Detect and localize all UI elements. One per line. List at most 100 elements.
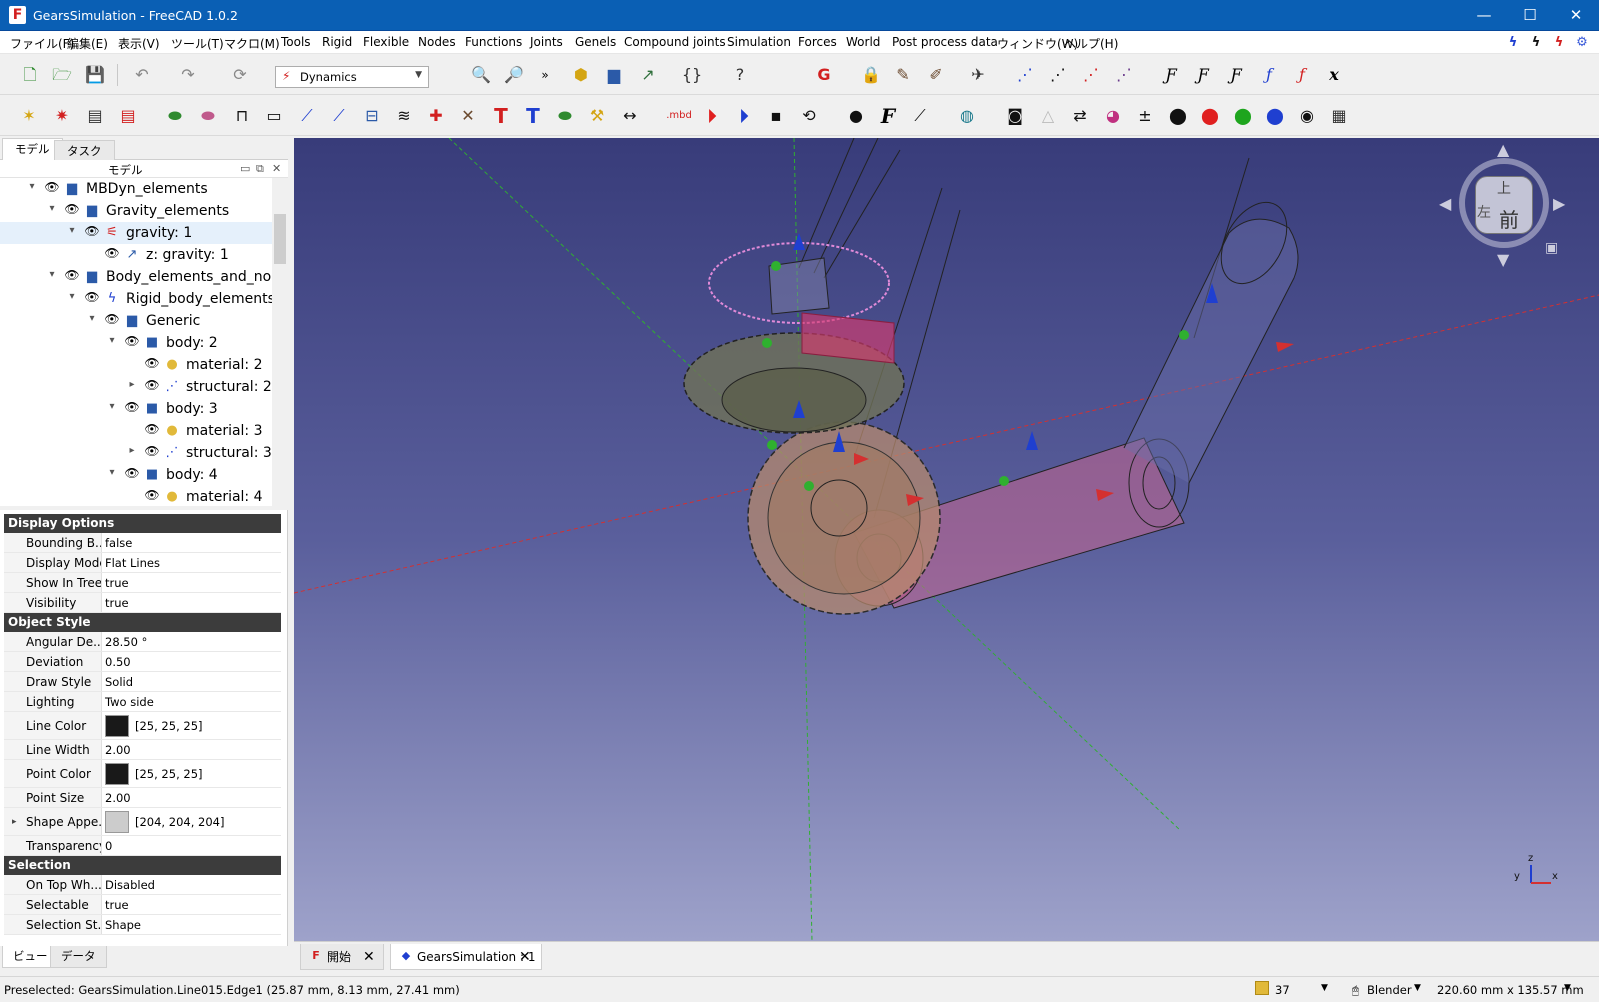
spring-icon[interactable]: ≋	[392, 104, 416, 128]
wrench-icon[interactable]: ⟋	[908, 104, 932, 128]
chevron-down-icon[interactable]: ▾	[26, 181, 38, 192]
tree-item[interactable]: ▾ 👁 ▆ MBDyn_elements	[0, 178, 272, 200]
save-icon[interactable]: 💾	[83, 63, 107, 87]
property-value[interactable]: true	[105, 573, 129, 593]
function-red-icon[interactable]: ƒ	[1290, 63, 1314, 87]
tree-item[interactable]: ▾ 👁 ■ body: 2	[0, 332, 272, 354]
toolbar-overflow-icon[interactable]: »	[533, 63, 557, 87]
apple-icon[interactable]: ●	[844, 104, 868, 128]
pencil-icon[interactable]: ✎	[891, 63, 915, 87]
property-value[interactable]: 28.50 °	[105, 632, 147, 652]
color-swatch[interactable]	[105, 763, 129, 785]
macro-braces-icon[interactable]: {}	[680, 63, 704, 87]
property-row[interactable]: Selectable true	[4, 895, 281, 915]
color-swatch[interactable]	[105, 715, 129, 737]
force-f-icon[interactable]: F	[876, 104, 900, 128]
tab-gears-simulation-close-icon[interactable]: ✕	[519, 945, 531, 969]
location-pin-green-icon[interactable]: ⬤	[1231, 104, 1255, 128]
property-section-header[interactable]: Display Options	[4, 514, 281, 533]
eye-icon[interactable]: ◉	[1295, 104, 1319, 128]
menu-genels[interactable]: Genels	[575, 35, 616, 49]
maximize-button[interactable]: ☐	[1507, 0, 1553, 31]
chevron-down-icon[interactable]: ▾	[46, 203, 58, 214]
clipboard-icon[interactable]: ▦	[1327, 104, 1351, 128]
property-row[interactable]: Display Mode Flat Lines	[4, 553, 281, 573]
panel-float-icon[interactable]: ⧉	[256, 162, 264, 176]
plus-minus-icon[interactable]: ±	[1133, 104, 1157, 128]
menu-file[interactable]: ファイル(F)	[10, 35, 74, 52]
tree-item[interactable]: ▾ 👁 ■ body: 3	[0, 398, 272, 420]
property-value[interactable]: [25, 25, 25]	[135, 760, 203, 788]
pdf-document-icon[interactable]: ▤	[116, 104, 140, 128]
close-button[interactable]: ✕	[1553, 0, 1599, 31]
tree-item[interactable]: ▾ 👁 ⚟ gravity: 1	[0, 222, 272, 244]
property-row[interactable]: Deviation 0.50	[4, 652, 281, 672]
stop-icon[interactable]: ⏹	[764, 104, 788, 128]
workbench-selector[interactable]: ⚡ Dynamics ▼	[275, 66, 429, 88]
3d-viewport[interactable]: 上 前 左 ◀ ▶ ▲ ▼ ▣ z y x	[294, 138, 1599, 941]
sync-icon[interactable]: ⇄	[1068, 104, 1092, 128]
cylinder-icon[interactable]: ⊟	[360, 104, 384, 128]
navigation-cube[interactable]: 上 前 左 ◀ ▶ ▲ ▼ ▣	[1439, 140, 1565, 269]
chevron-right-icon[interactable]: ▸	[12, 808, 17, 836]
joint-cross-icon[interactable]: ✕	[456, 104, 480, 128]
chevron-down-icon[interactable]: ▾	[86, 313, 98, 324]
new-file-icon[interactable]: 🗋	[18, 63, 42, 87]
tree-item[interactable]: 👁 ● material: 3	[0, 420, 272, 442]
rotate-up-arrow-icon[interactable]: ▲	[1497, 140, 1509, 159]
view-dimensions[interactable]: 220.60 mm x 135.57 mm	[1437, 983, 1584, 997]
node-axes-red-icon[interactable]: ⋰	[1079, 63, 1103, 87]
chevron-down-icon[interactable]: ▾	[46, 269, 58, 280]
property-value[interactable]: Disabled	[105, 875, 155, 895]
triangle-disabled-icon[interactable]: △	[1036, 104, 1060, 128]
mbdyn-red-icon[interactable]: ϟ	[1552, 36, 1566, 50]
tree-item[interactable]: ▾ 👁 ▆ Generic	[0, 310, 272, 332]
notification-count[interactable]: 37	[1275, 983, 1290, 997]
play-blue-icon[interactable]: ⏵	[732, 104, 756, 128]
refresh-icon[interactable]: ⟳	[228, 63, 252, 87]
menu-macro[interactable]: マクロ(M)	[224, 35, 280, 52]
minimize-button[interactable]: —	[1461, 0, 1507, 31]
location-pin-red-icon[interactable]: ⬤	[1198, 104, 1222, 128]
navcube-left-face[interactable]: 左	[1477, 202, 1491, 222]
history-clock-icon[interactable]: ⟲	[797, 104, 821, 128]
menu-tools-jp[interactable]: ツール(T)	[171, 35, 224, 52]
tree-item[interactable]: 👁 ↗ z: gravity: 1	[0, 244, 272, 266]
property-value[interactable]: Solid	[105, 672, 133, 692]
variable-x-icon[interactable]: x	[1322, 63, 1346, 87]
tab-start[interactable]: F 開始 ✕	[300, 944, 384, 970]
visibility-eye-icon[interactable]: 👁	[144, 488, 160, 502]
tree-item[interactable]: ▾ 👁 ■ body: 4	[0, 464, 272, 486]
menu-view[interactable]: 表示(V)	[118, 35, 160, 52]
function-s-icon[interactable]: Ƒ	[1224, 63, 1248, 87]
property-value[interactable]: 2.00	[105, 740, 131, 760]
body-link-icon[interactable]: ⬬	[553, 104, 577, 128]
visibility-eye-icon[interactable]: 👁	[44, 180, 60, 194]
tab-gears-simulation[interactable]: ◆ GearsSimulation : 1 ✕	[390, 944, 542, 970]
tree-item[interactable]: ▸ 👁 ⋰ structural: 3	[0, 442, 272, 464]
tab-tasks[interactable]: タスク	[54, 140, 115, 160]
visibility-eye-icon[interactable]: 👁	[144, 356, 160, 370]
brush-icon[interactable]: ✐	[924, 63, 948, 87]
mbdyn-black-icon[interactable]: ϟ	[1529, 36, 1543, 50]
menu-edit[interactable]: 編集(E)	[67, 35, 108, 52]
mbdyn-g-icon[interactable]: G	[812, 63, 836, 87]
menu-functions[interactable]: Functions	[465, 35, 522, 49]
menu-forces[interactable]: Forces	[798, 35, 837, 49]
menu-compound-joints[interactable]: Compound joints	[624, 35, 726, 49]
node-axes-blue-icon[interactable]: ⋰	[1013, 63, 1037, 87]
navcube-front-face[interactable]: 前	[1499, 204, 1519, 233]
property-value[interactable]: Shape	[105, 915, 141, 935]
tab-start-close-icon[interactable]: ✕	[363, 945, 375, 969]
visibility-eye-icon[interactable]: 👁	[144, 422, 160, 436]
property-row[interactable]: Shape Appe... ▸ [204, 204, 204]	[4, 808, 281, 836]
property-value[interactable]: true	[105, 895, 129, 915]
hammer-icon[interactable]: ⚒	[585, 104, 609, 128]
property-row[interactable]: Visibility true	[4, 593, 281, 613]
visibility-eye-icon[interactable]: 👁	[144, 378, 160, 392]
chevron-down-icon[interactable]: ▾	[106, 335, 118, 346]
property-value[interactable]: 0.50	[105, 652, 131, 672]
settings-gear-icon[interactable]: ⚙	[1575, 36, 1589, 50]
menu-tools[interactable]: Tools	[281, 35, 311, 49]
chevron-right-icon[interactable]: ▸	[126, 379, 138, 390]
